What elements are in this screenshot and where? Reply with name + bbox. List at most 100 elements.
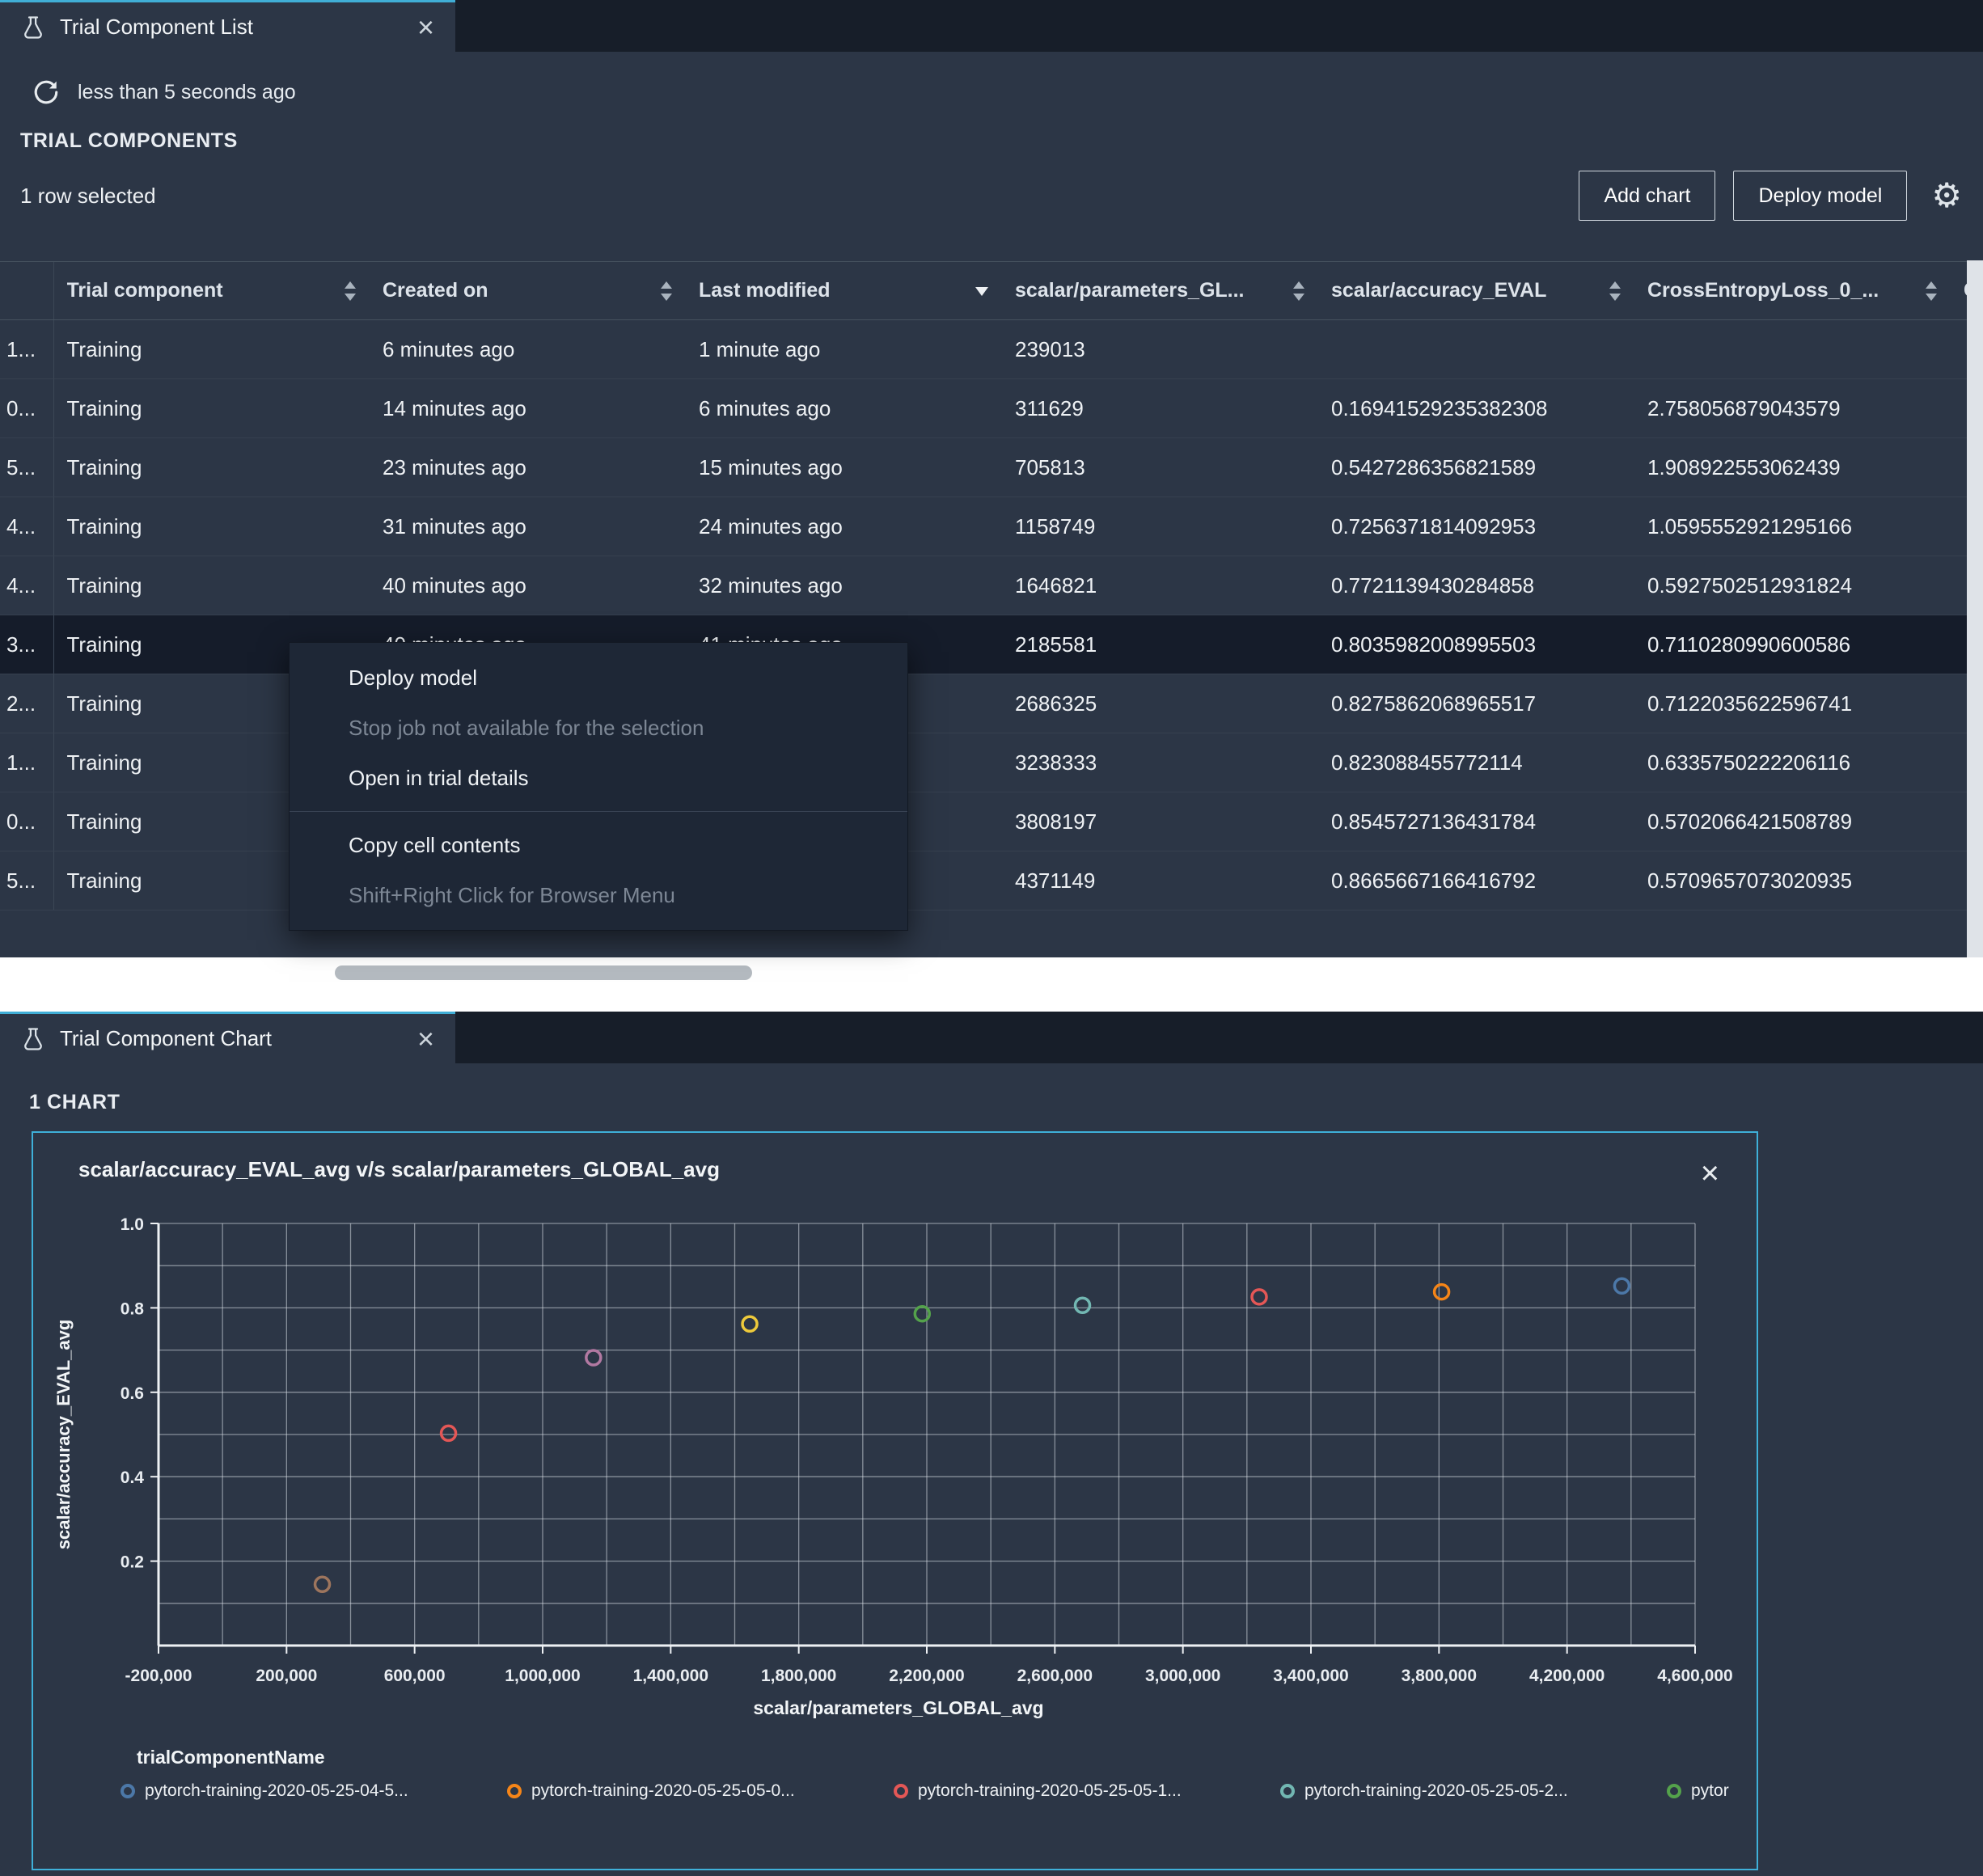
cell: 6 minutes ago (686, 378, 1002, 438)
column-header-trial-component[interactable]: Trial component (53, 261, 370, 320)
chart-content: 1 CHART scalar/accuracy_EVAL_avg v/s sca… (0, 1063, 1983, 1870)
cell: 0.6335750222206116 (1634, 733, 1951, 792)
close-tab-icon[interactable]: × (417, 12, 434, 42)
context-menu-item[interactable]: Open in trial details (290, 753, 907, 803)
settings-gear-icon[interactable]: ⚙ (1931, 179, 1962, 213)
legend-color-icon (1667, 1784, 1681, 1798)
x-axis-label: scalar/parameters_GLOBAL_avg (753, 1697, 1044, 1718)
legend-label: pytorch-training-2020-05-25-05-1... (918, 1781, 1182, 1800)
cell: 239013 (1002, 319, 1318, 379)
legend-item[interactable]: pytor (1667, 1781, 1757, 1801)
legend-item[interactable]: pytorch-training-2020-05-25-05-1... (894, 1781, 1280, 1801)
column-header-scalar-parameters-global[interactable]: scalar/parameters_GL... (1002, 261, 1318, 320)
x-tick-label: 3,800,000 (1402, 1667, 1477, 1685)
toolbar: 1 row selected Add chart Deploy model ⚙ (20, 171, 1962, 221)
close-tab-icon[interactable]: × (417, 1024, 434, 1054)
sort-toggle-icon[interactable] (1607, 279, 1623, 303)
data-point[interactable] (313, 1575, 332, 1594)
plot-area: scalar/accuracy_EVAL_avg -200,000 200,000… (33, 1209, 1757, 1694)
chart-count-title: 1 CHART (29, 1091, 121, 1113)
column-label: scalar/parameters_GL... (1015, 279, 1245, 302)
data-point[interactable] (585, 1349, 603, 1367)
column-header-last-modified[interactable]: Last modified (686, 261, 1002, 320)
tab-trial-component-list[interactable]: Trial Component List × (0, 0, 455, 52)
cell: Training (53, 378, 370, 438)
legend-item[interactable]: pytorch-training-2020-05-25-05-0... (507, 1781, 894, 1801)
context-menu-item: Stop job not available for the selection (349, 715, 704, 740)
cell: 2... (0, 674, 53, 733)
legend-label: pytorch-training-2020-05-25-05-0... (531, 1781, 795, 1800)
legend-label: pytor (1691, 1781, 1729, 1800)
context-menu-item[interactable]: Copy cell contents (290, 820, 907, 870)
horizontal-scrollbar-thumb[interactable] (335, 965, 752, 980)
data-point[interactable] (439, 1424, 458, 1443)
cell: 0.5427286356821589 (1318, 437, 1634, 497)
vertical-scrollbar[interactable] (1967, 260, 1983, 957)
cell: 40 minutes ago (370, 556, 686, 615)
table-row[interactable]: 5... Training 23 minutes ago 15 minutes ago… (0, 437, 1983, 497)
cell: 1 minute ago (686, 319, 1002, 379)
table-row[interactable]: 4... Training 31 minutes ago 24 minutes ago… (0, 496, 1983, 556)
cell: 3... (0, 615, 53, 674)
cell: 0.5927502512931824 (1634, 556, 1951, 615)
data-point[interactable] (1073, 1296, 1092, 1315)
table-row[interactable]: 1... Training 6 minutes ago 1 minute ago 239… (0, 319, 1983, 379)
cell: 4371149 (1002, 851, 1318, 911)
legend-item[interactable]: pytorch-training-2020-05-25-04-5... (121, 1781, 507, 1801)
tab-trial-component-chart[interactable]: Trial Component Chart × (0, 1012, 455, 1063)
add-chart-button[interactable]: Add chart (1579, 171, 1716, 221)
close-chart-icon[interactable]: × (1701, 1157, 1719, 1189)
data-point[interactable] (1613, 1277, 1631, 1295)
table-row[interactable]: 0... Training 14 minutes ago 6 minutes ago 3… (0, 378, 1983, 438)
cell: 705813 (1002, 437, 1318, 497)
column-label: scalar/accuracy_EVAL (1331, 279, 1547, 302)
legend-color-icon (1280, 1784, 1295, 1798)
cell: 0.5709657073020935 (1634, 851, 1951, 911)
chart-card-header: scalar/accuracy_EVAL_avg v/s scalar/para… (33, 1133, 1757, 1189)
tab-title: Trial Component Chart (60, 1026, 273, 1050)
cell: 311629 (1002, 378, 1318, 438)
trial-component-list-panel: Trial Component List × less than 5 secon… (0, 0, 1983, 1012)
column-header-scalar-accuracy-eval[interactable]: scalar/accuracy_EVAL (1318, 261, 1634, 320)
x-tick-label: 1,800,000 (761, 1667, 836, 1685)
deploy-model-button[interactable]: Deploy model (1733, 171, 1908, 221)
column-header-row-id (0, 261, 53, 320)
column-label: Last modified (699, 279, 831, 302)
cell: Training (53, 496, 370, 556)
chart-tab-bar: Trial Component Chart × (0, 1012, 1983, 1063)
scatter-plot: -200,000 200,000 600,000 1,000,000 1,400,000… (121, 1215, 1733, 1685)
app: Trial Component List × less than 5 secon… (0, 0, 1983, 1876)
table-header-row: Trial component Created on Last modified sc… (0, 261, 1983, 320)
sort-toggle-icon[interactable] (1923, 279, 1939, 303)
cell: Training (53, 437, 370, 497)
sort-toggle-icon[interactable] (1291, 279, 1307, 303)
y-axis-label: scalar/accuracy_EVAL_avg (53, 1319, 74, 1550)
table-row[interactable]: 4... Training 40 minutes ago 32 minutes ago… (0, 556, 1983, 615)
context-menu-item[interactable]: Deploy model (290, 653, 907, 703)
horizontal-scrollbar-track[interactable] (0, 957, 1983, 1012)
x-tick-label: 3,000,000 (1145, 1667, 1220, 1685)
data-point[interactable] (1432, 1282, 1451, 1301)
x-tick-label: 1,400,000 (633, 1667, 708, 1685)
cell: 24 minutes ago (686, 496, 1002, 556)
sort-desc-icon[interactable] (973, 284, 991, 298)
cell: 0.8275862068965517 (1318, 674, 1634, 733)
x-tick-label: -200,000 (125, 1667, 192, 1685)
column-header-created-on[interactable]: Created on (370, 261, 686, 320)
sort-toggle-icon[interactable] (658, 279, 674, 303)
refresh-icon[interactable] (32, 78, 60, 106)
legend-item[interactable]: pytorch-training-2020-05-25-05-2... (1280, 1781, 1667, 1801)
cell: 1646821 (1002, 556, 1318, 615)
column-label: Created on (383, 279, 488, 302)
x-tick-label: 200,000 (256, 1667, 317, 1685)
data-point[interactable] (1250, 1288, 1268, 1306)
column-header-cross-entropy-loss[interactable]: CrossEntropyLoss_0_... (1634, 261, 1951, 320)
legend-color-icon (894, 1784, 908, 1798)
legend-label: pytorch-training-2020-05-25-04-5... (145, 1781, 408, 1800)
cell: Training (53, 319, 370, 379)
data-point[interactable] (741, 1315, 759, 1333)
x-tick-label: 2,600,000 (1017, 1667, 1093, 1685)
x-tick-label: 600,000 (384, 1667, 446, 1685)
sort-toggle-icon[interactable] (342, 279, 358, 303)
cell: 0.7721139430284858 (1318, 556, 1634, 615)
